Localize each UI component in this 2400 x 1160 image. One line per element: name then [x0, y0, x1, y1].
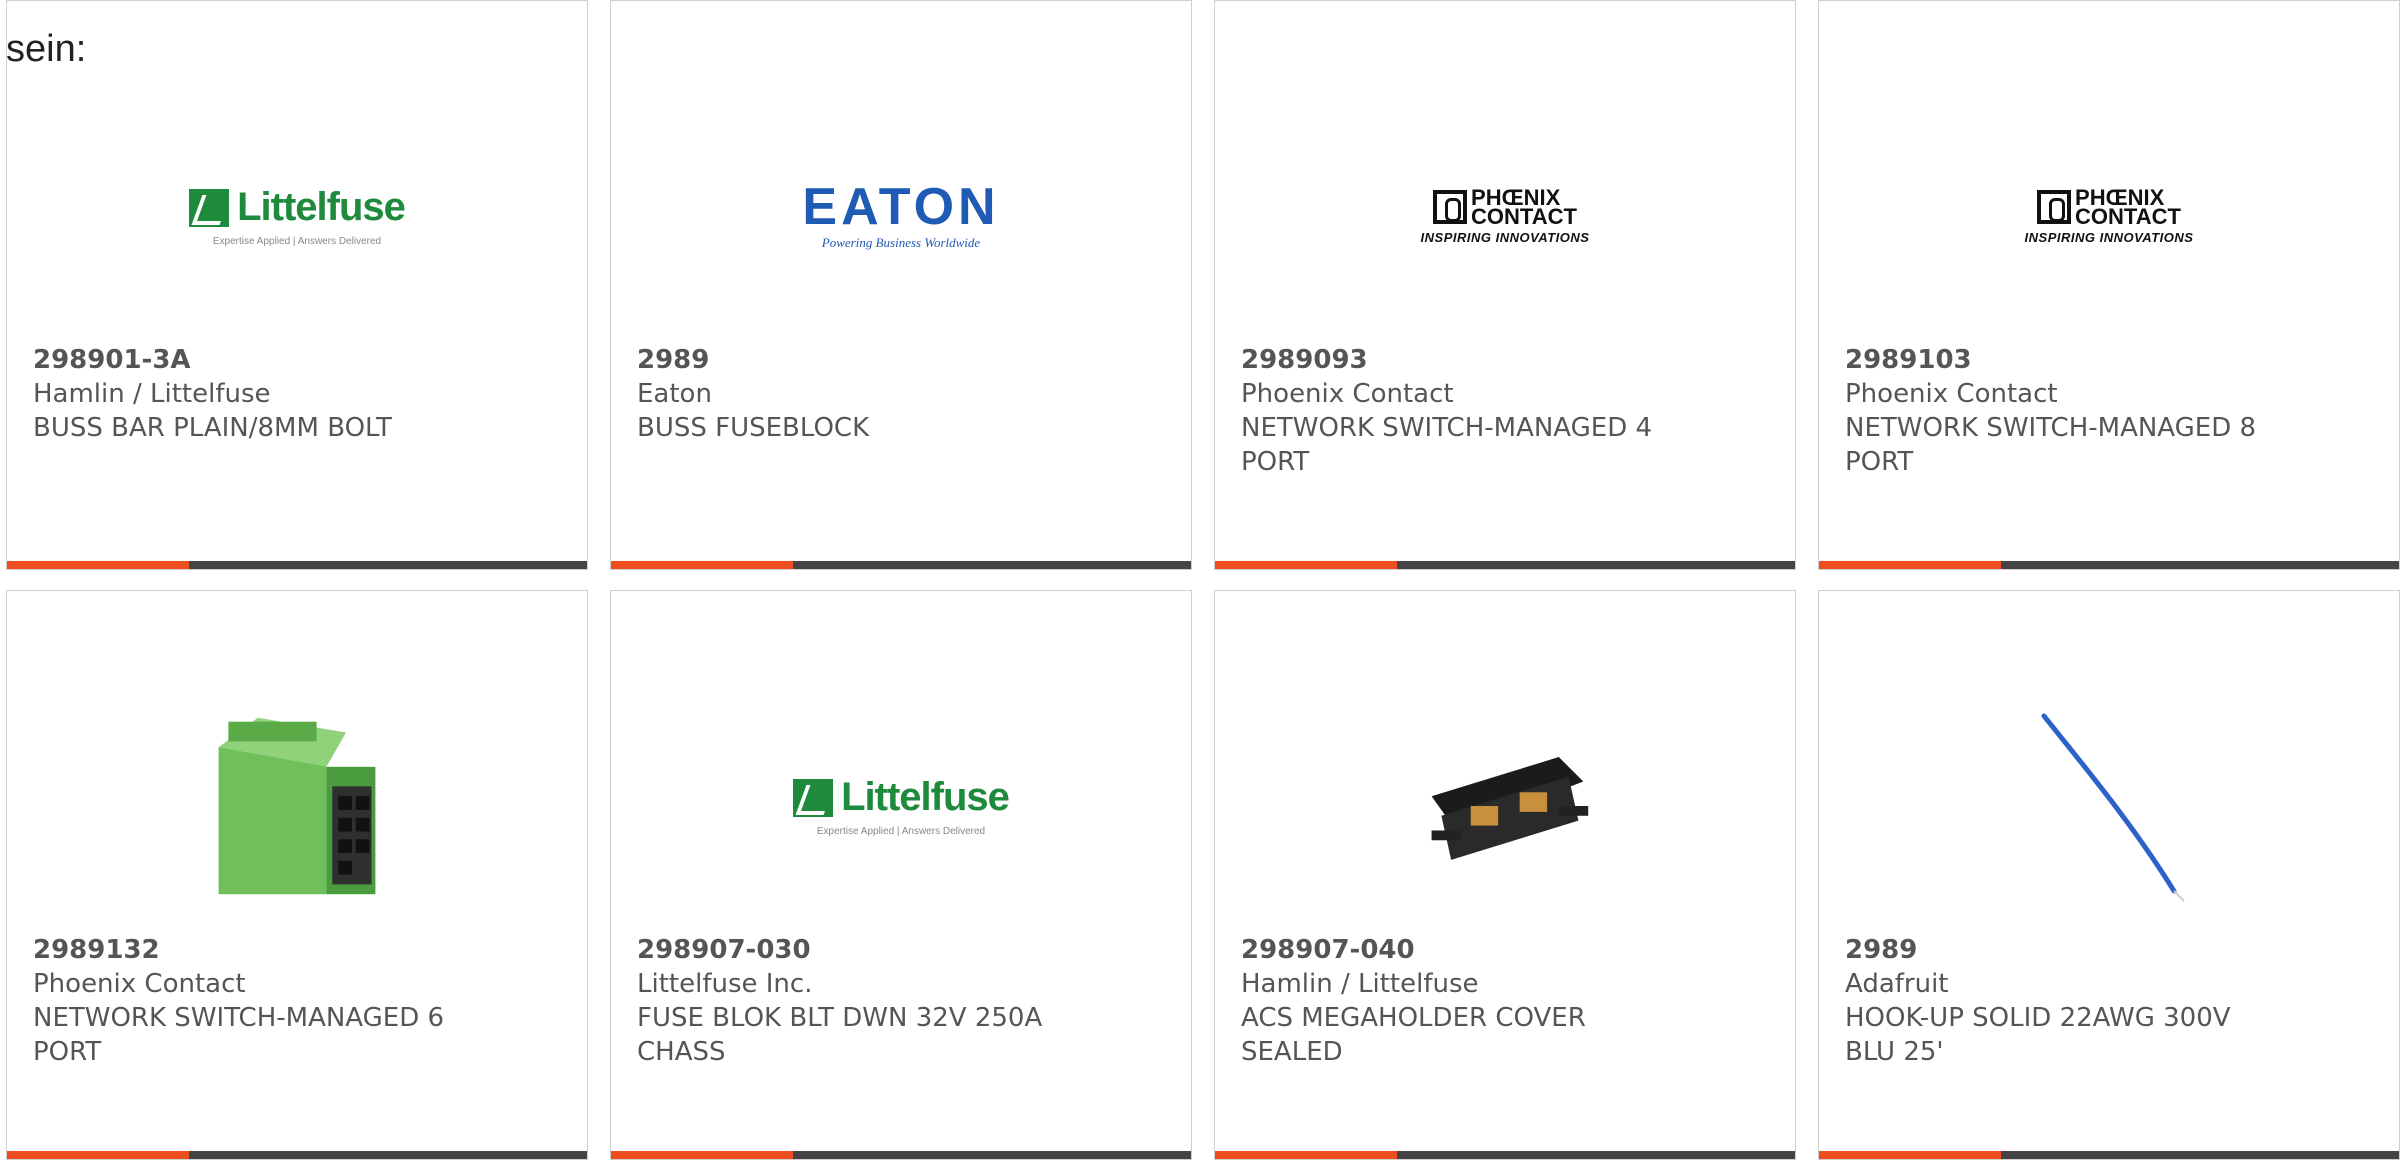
manufacturer: Phoenix Contact	[1241, 379, 1454, 409]
product-card[interactable]: 2989132 Phoenix Contact NETWORK SWITCH-M…	[6, 590, 588, 1160]
part-number[interactable]: 2989	[637, 343, 1191, 377]
product-card[interactable]: 298907-040 Hamlin / Littelfuse ACS MEGAH…	[1214, 590, 1796, 1160]
product-image: Littelfuse Expertise Applied | Answers D…	[7, 111, 587, 321]
product-description: NETWORK SWITCH-MANAGED 8 PORT	[1845, 413, 2257, 477]
product-image: Littelfuse Expertise Applied | Answers D…	[611, 701, 1191, 911]
manufacturer: Hamlin / Littelfuse	[33, 379, 271, 409]
card-footer-bar	[1215, 561, 1795, 569]
product-image	[7, 701, 587, 911]
manufacturer: Phoenix Contact	[1845, 379, 2058, 409]
card-footer-bar	[611, 561, 1191, 569]
manufacturer: Littelfuse Inc.	[637, 969, 813, 999]
littelfuse-mark-icon	[793, 778, 834, 817]
product-description: FUSE BLOK BLT DWN 32V 250A CHASS	[637, 1003, 1043, 1067]
part-number[interactable]: 2989103	[1845, 343, 2399, 377]
manufacturer: Eaton	[637, 379, 712, 409]
phoenix-contact-logo: PHŒNIX CONTACT INSPIRING INNOVATIONS	[2024, 184, 2194, 245]
card-footer-bar	[1819, 561, 2399, 569]
product-description: BUSS BAR PLAIN/8MM BOLT	[33, 413, 392, 443]
card-footer-bar	[7, 561, 587, 569]
card-footer-bar	[7, 1151, 587, 1159]
littelfuse-mark-icon	[189, 188, 230, 227]
card-footer-bar	[611, 1151, 1191, 1159]
phoenix-contact-logo: PHŒNIX CONTACT INSPIRING INNOVATIONS	[1420, 184, 1590, 245]
product-grid: Littelfuse Expertise Applied | Answers D…	[0, 0, 2400, 1160]
eaton-logo: EATON Powering Business Worldwide	[802, 178, 1000, 250]
product-description: ACS MEGAHOLDER COVER SEALED	[1241, 1003, 1586, 1067]
card-footer-bar	[1215, 1151, 1795, 1159]
manufacturer: Phoenix Contact	[33, 969, 246, 999]
manufacturer: Adafruit	[1845, 969, 1949, 999]
product-card[interactable]: PHŒNIX CONTACT INSPIRING INNOVATIONS 298…	[1818, 0, 2400, 570]
product-card[interactable]: PHŒNIX CONTACT INSPIRING INNOVATIONS 298…	[1214, 0, 1796, 570]
partial-heading-text: sein:	[6, 28, 87, 70]
network-switch-photo	[218, 717, 376, 895]
product-description: HOOK-UP SOLID 22AWG 300V BLU 25'	[1845, 1003, 2231, 1067]
part-number[interactable]: 2989093	[1241, 343, 1795, 377]
fuse-holder-photo	[1431, 757, 1589, 860]
product-description: NETWORK SWITCH-MANAGED 4 PORT	[1241, 413, 1653, 477]
product-image	[1819, 701, 2399, 911]
blue-wire-photo	[2041, 713, 2185, 902]
littelfuse-logo: Littelfuse Expertise Applied | Answers D…	[189, 185, 406, 247]
product-card[interactable]: EATON Powering Business Worldwide 2989 E…	[610, 0, 1192, 570]
product-image: PHŒNIX CONTACT INSPIRING INNOVATIONS	[1819, 111, 2399, 321]
phoenix-contact-mark-icon	[1433, 189, 1468, 224]
product-description: BUSS FUSEBLOCK	[637, 413, 870, 443]
part-number[interactable]: 2989	[1845, 933, 2399, 967]
product-card[interactable]: 2989 Adafruit HOOK-UP SOLID 22AWG 300V B…	[1818, 590, 2400, 1160]
product-image	[1215, 701, 1795, 911]
part-number[interactable]: 2989132	[33, 933, 587, 967]
littelfuse-logo: Littelfuse Expertise Applied | Answers D…	[793, 775, 1010, 837]
part-number[interactable]: 298907-040	[1241, 933, 1795, 967]
product-card[interactable]: Littelfuse Expertise Applied | Answers D…	[6, 0, 588, 570]
product-description: NETWORK SWITCH-MANAGED 6 PORT	[33, 1003, 445, 1067]
part-number[interactable]: 298907-030	[637, 933, 1191, 967]
part-number[interactable]: 298901-3A	[33, 343, 587, 377]
product-image: EATON Powering Business Worldwide	[611, 111, 1191, 321]
product-card[interactable]: Littelfuse Expertise Applied | Answers D…	[610, 590, 1192, 1160]
product-image: PHŒNIX CONTACT INSPIRING INNOVATIONS	[1215, 111, 1795, 321]
phoenix-contact-mark-icon	[2037, 189, 2072, 224]
manufacturer: Hamlin / Littelfuse	[1241, 969, 1479, 999]
card-footer-bar	[1819, 1151, 2399, 1159]
